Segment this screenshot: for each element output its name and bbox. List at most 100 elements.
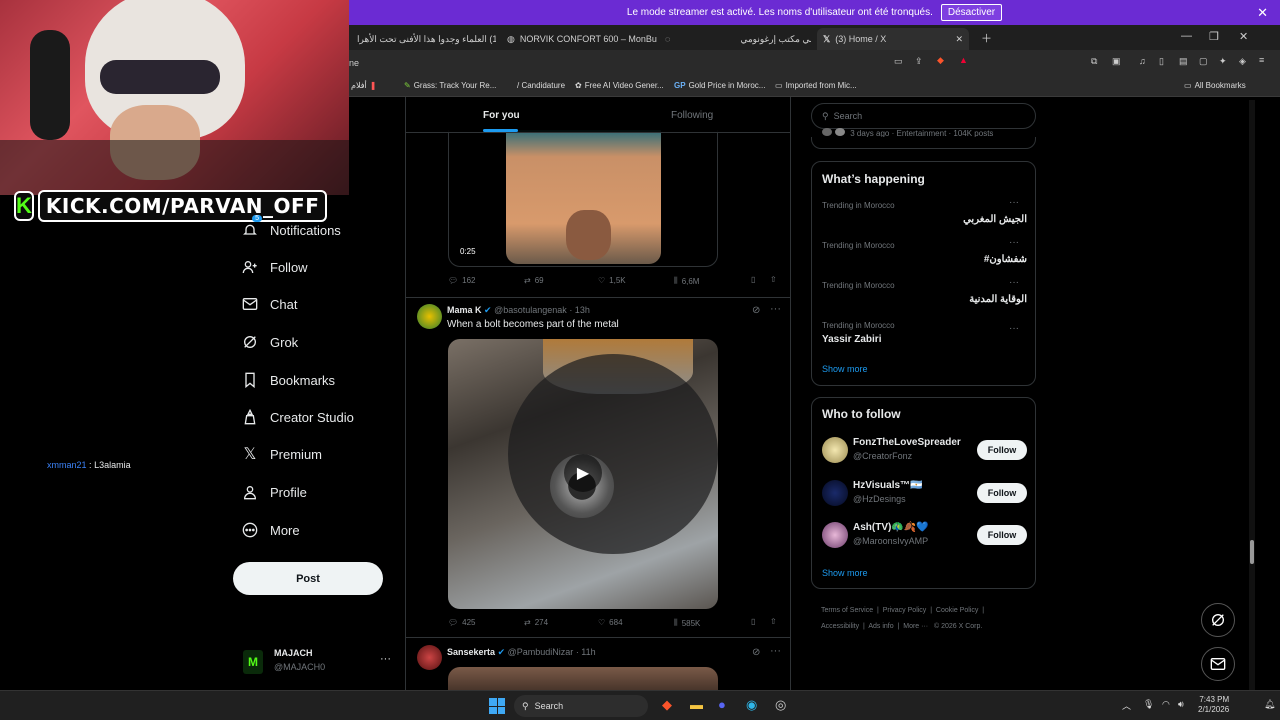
play-icon[interactable]: ▶ [564, 454, 602, 492]
grok-explain-icon[interactable]: ⊘ [752, 305, 760, 316]
like-action[interactable]: ♡ 684 [598, 618, 623, 627]
follow-button[interactable]: Follow [977, 440, 1027, 460]
nav-notifications[interactable]: 5 Notifications [241, 215, 341, 239]
restore-icon[interactable]: ❐ [1209, 30, 1219, 43]
bookmark-free-ai-video[interactable]: ✿ Free AI Video Gener... [575, 81, 664, 90]
disable-streamer-mode-button[interactable]: Désactiver [940, 4, 1003, 21]
trend-item[interactable]: Trending in Morocco #شفشاون ··· [822, 237, 1027, 265]
messages-fab-icon[interactable] [1201, 647, 1235, 681]
media-icon[interactable]: ♫ [1139, 56, 1146, 66]
show-more-trends-link[interactable]: Show more [822, 364, 868, 374]
wallet-icon[interactable]: ▢ [1199, 56, 1208, 67]
bookmark-action[interactable]: ▯ [751, 275, 755, 284]
tweet2-handle[interactable]: @basotulangenak [494, 305, 567, 315]
notification-center-icon[interactable]: 🔔︎ [1264, 699, 1275, 710]
menu-icon[interactable]: ≡ [1259, 55, 1264, 65]
tab-chair[interactable]: ◌ كرسي مكتب إرغونومي [665, 28, 811, 50]
discord-icon[interactable]: ● [718, 697, 726, 712]
close-banner-icon[interactable]: ✕ [1257, 5, 1268, 21]
suggestion-avatar[interactable] [822, 480, 848, 506]
nav-more[interactable]: More [241, 521, 300, 539]
microphone-icon[interactable]: 🎙︎ [1143, 699, 1154, 710]
nav-premium[interactable]: 𝕏 Premium [241, 445, 322, 463]
reading-list-icon[interactable]: ▤ [1179, 56, 1188, 67]
extensions-icon[interactable]: ⧉ [1091, 56, 1097, 67]
tray-chevron-icon[interactable]: ︿ [1122, 699, 1131, 712]
grok-explain-icon[interactable]: ⊘ [752, 647, 760, 658]
trend-menu-icon[interactable]: ··· [1009, 197, 1019, 208]
install-icon[interactable]: ▭ [894, 56, 903, 67]
nav-follow[interactable]: Follow [241, 258, 308, 276]
show-more-follow-link[interactable]: Show more [822, 568, 868, 578]
tab-for-you[interactable]: For you [483, 110, 520, 121]
rewards-icon[interactable]: ▲ [959, 55, 968, 65]
footer-more[interactable]: More ··· [903, 623, 928, 630]
post-button[interactable]: Post [233, 562, 383, 595]
page-scrollbar[interactable] [1249, 100, 1255, 690]
ai-icon[interactable]: ✦ [1219, 56, 1227, 67]
nav-profile[interactable]: Profile [241, 483, 307, 501]
windows-start-icon[interactable] [489, 698, 505, 714]
trend-item[interactable]: Trending in Morocco الوقاية المدنية ··· [822, 277, 1027, 305]
trend-menu-icon[interactable]: ··· [1009, 277, 1019, 288]
volume-icon[interactable]: 🔊︎ [1178, 699, 1184, 710]
nav-grok[interactable]: Grok [241, 333, 298, 351]
suggestion-name[interactable]: HzVisuals™🇦🇷 [853, 480, 923, 491]
footer-accessibility[interactable]: Accessibility [821, 623, 859, 630]
footer-terms[interactable]: Terms of Service [821, 607, 873, 614]
new-tab-icon[interactable]: ＋ [981, 30, 992, 46]
share-action[interactable]: ⇧ [770, 617, 777, 626]
tab-x-home[interactable]: 𝕏 (3) Home / X ✕ [817, 28, 969, 50]
tab-norvik[interactable]: ◍ NORVIK CONFORT 600 – MonBureau [507, 28, 657, 50]
bookmark-action[interactable]: ▯ [751, 617, 755, 626]
follow-suggestion[interactable]: HzVisuals™🇦🇷 @HzDesings Follow [822, 480, 1027, 510]
nav-creator-studio[interactable]: Creator Studio [241, 408, 354, 426]
account-avatar[interactable]: M [243, 650, 263, 674]
search-box[interactable]: ⚲ Search [811, 103, 1036, 129]
tweet3-avatar[interactable] [417, 645, 442, 670]
reply-action[interactable]: 💬︎ 162 [448, 276, 476, 285]
footer-ads-info[interactable]: Ads info [868, 623, 893, 630]
account-menu-icon[interactable]: ··· [380, 653, 391, 665]
bookmark-candidature[interactable]: / Candidature [517, 81, 565, 90]
system-clock[interactable]: 7:43 PM 2/1/2026 [1198, 695, 1229, 715]
footer-cookie[interactable]: Cookie Policy [936, 607, 978, 614]
bookmark-gold-price[interactable]: GP Gold Price in Moroc... [674, 81, 765, 90]
bookmark-imported[interactable]: ▭ Imported from Mic... [775, 81, 857, 90]
suggestion-avatar[interactable] [822, 522, 848, 548]
retweet-action[interactable]: ⇄ 69 [524, 276, 544, 285]
account-name[interactable]: MAJACH [274, 648, 313, 658]
follow-suggestion[interactable]: FonzTheLoveSpreader @CreatorFonz Follow [822, 437, 1027, 467]
scrollbar-thumb[interactable] [1250, 540, 1254, 564]
like-action[interactable]: ♡ 1,5K [598, 276, 626, 285]
tweet2-author[interactable]: Mama K [447, 305, 482, 315]
brave-browser-icon[interactable]: ◆ [662, 697, 672, 713]
trend-item[interactable]: Trending in Morocco Yassir Zabiri ··· [822, 321, 1027, 345]
views-action[interactable]: ⫼ 585K [674, 618, 700, 628]
trend-item[interactable]: Trending in Morocco الجيش المغربي ··· [822, 197, 1027, 225]
close-window-icon[interactable]: ✕ [1239, 30, 1248, 43]
suggestion-avatar[interactable] [822, 437, 848, 463]
vpn-icon[interactable]: ◈ [1239, 56, 1246, 67]
footer-privacy[interactable]: Privacy Policy [883, 607, 927, 614]
tweet-menu-icon[interactable]: ··· [770, 303, 781, 315]
obs-icon[interactable]: ◎ [775, 697, 786, 713]
sidebar-icon[interactable]: ▯ [1159, 56, 1164, 67]
share-icon[interactable]: ⇪ [915, 56, 923, 67]
tab-pyramids[interactable]: (1) العلماء وجدوا هذا الأفنى تحت الأهرا [351, 28, 496, 50]
bookmark-all[interactable]: ▭ All Bookmarks [1184, 81, 1246, 90]
trend-menu-icon[interactable]: ··· [1009, 237, 1019, 248]
tab-following[interactable]: Following [671, 110, 713, 121]
trend-menu-icon[interactable]: ··· [1009, 323, 1019, 334]
minimize-icon[interactable]: — [1181, 30, 1192, 42]
share-action[interactable]: ⇧ [770, 275, 777, 284]
suggestion-name[interactable]: Ash(TV)🦚🍂💙 [853, 522, 929, 533]
tweet3-media[interactable] [448, 667, 718, 690]
retweet-action[interactable]: ⇄ 274 [524, 618, 548, 627]
tweet3-author[interactable]: Sansekerta [447, 647, 495, 657]
follow-button[interactable]: Follow [977, 525, 1027, 545]
url-text[interactable]: ne [349, 58, 359, 68]
close-tab-icon[interactable]: ✕ [955, 34, 963, 45]
nav-bookmarks[interactable]: Bookmarks [241, 371, 335, 389]
tweet2-avatar[interactable] [417, 304, 442, 329]
